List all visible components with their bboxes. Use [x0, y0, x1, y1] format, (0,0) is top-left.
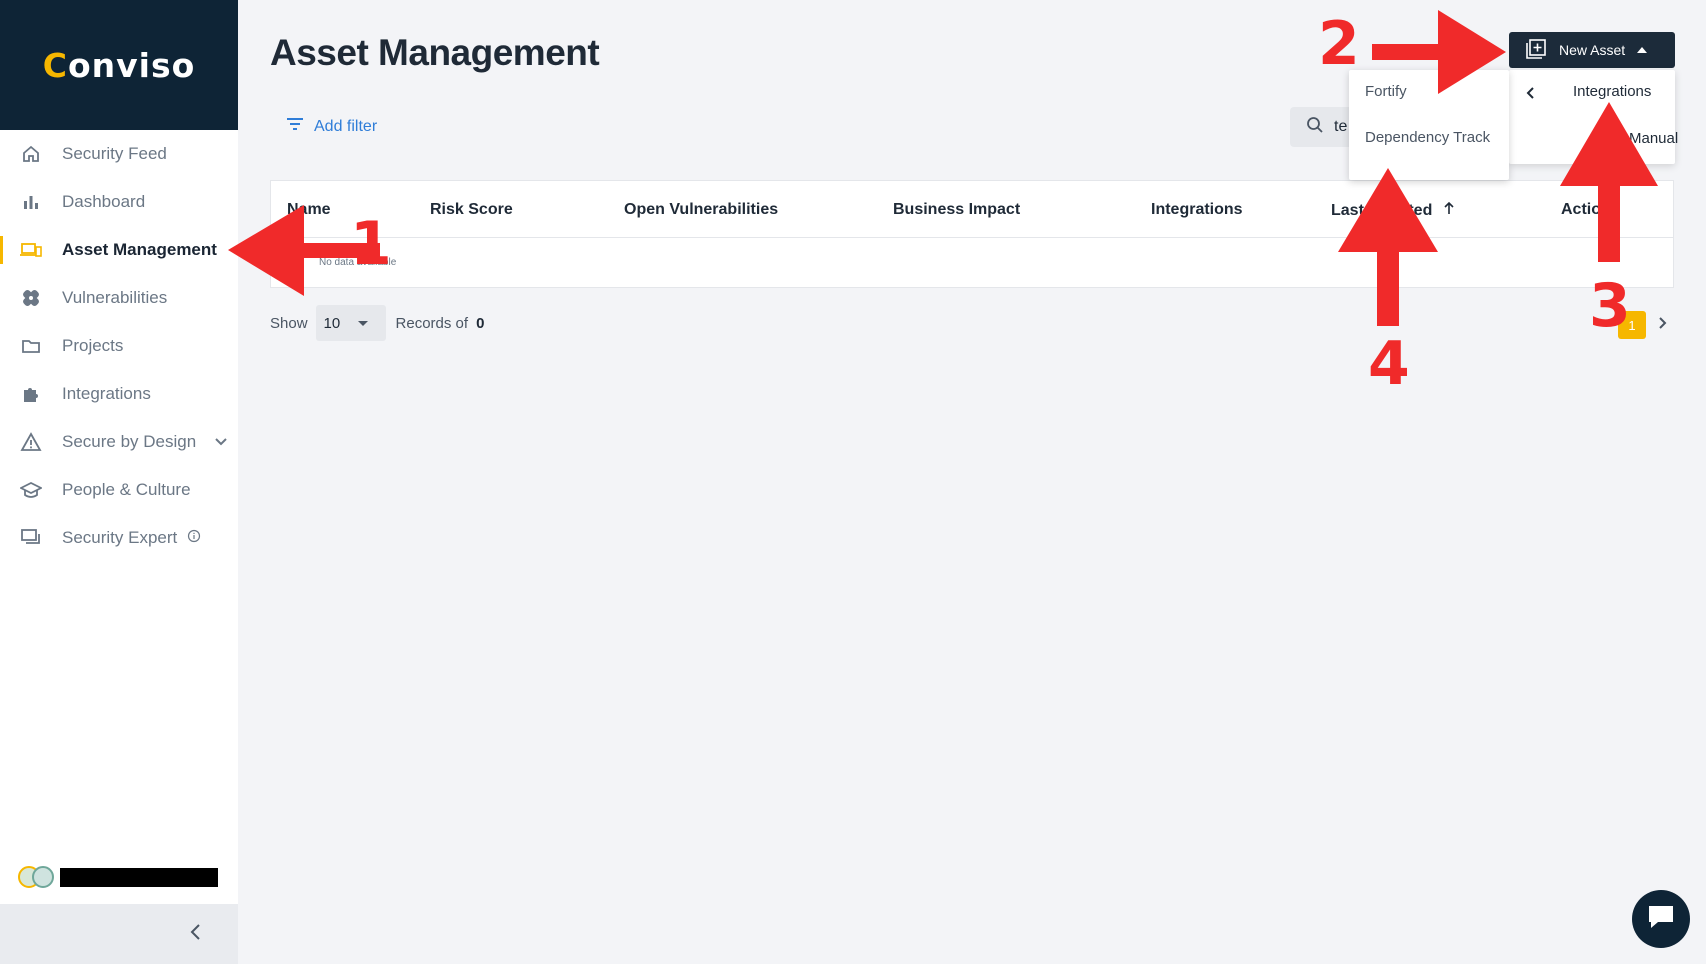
show-label: Show — [270, 314, 308, 332]
integrations-submenu: Fortify Dependency Track — [1349, 70, 1509, 180]
sidebar-item-label: Security Expert — [62, 528, 178, 547]
menu-item-fortify[interactable]: Fortify — [1365, 83, 1407, 100]
sidebar-nav: Security Feed Dashboard Asset Management… — [0, 130, 238, 562]
column-header-integrations[interactable]: Integrations — [1151, 201, 1243, 219]
filter-icon — [286, 117, 314, 136]
chevron-left-icon — [188, 922, 202, 947]
last-updated-label: Last Updated — [1331, 202, 1433, 219]
sidebar-item-integrations[interactable]: Integrations — [0, 370, 238, 418]
sidebar-item-people-culture[interactable]: People & Culture — [0, 466, 238, 514]
column-header-actions: Actions — [1561, 201, 1620, 218]
chevron-down-icon[interactable] — [214, 432, 228, 452]
graduation-cap-icon — [20, 479, 42, 501]
warning-icon — [20, 431, 42, 453]
sidebar-item-label: Projects — [62, 336, 124, 355]
arrow-up-icon — [1443, 201, 1455, 219]
page-size-value: 10 — [323, 314, 341, 332]
page-size-select[interactable]: 10 — [315, 305, 386, 341]
folder-icon — [20, 335, 42, 357]
sidebar-item-label: Security Feed — [62, 144, 167, 163]
sidebar-item-label: People & Culture — [62, 480, 191, 499]
new-asset-button[interactable]: New Asset — [1509, 32, 1675, 68]
sidebar-item-security-feed[interactable]: Security Feed — [0, 130, 238, 178]
new-asset-label: New Asset — [1559, 42, 1626, 58]
assets-table: Name Risk Score Open Vulnerabilities Bus… — [270, 180, 1674, 288]
sidebar-item-label: Secure by Design — [62, 432, 197, 451]
annotation-number-1: 1 — [350, 209, 392, 279]
devices-icon — [20, 239, 42, 261]
logo[interactable]: Conviso — [0, 0, 238, 130]
pagination-size: Show 10 Records of 0 — [270, 305, 484, 341]
menu-item-manual[interactable]: Manual — [1629, 130, 1678, 147]
column-header-open-vulnerabilities[interactable]: Open Vulnerabilities — [624, 201, 778, 219]
sidebar-item-security-expert[interactable]: Security Expert — [0, 514, 238, 562]
column-header-name[interactable]: Name — [287, 201, 331, 219]
sidebar-item-asset-management[interactable]: Asset Management — [0, 226, 238, 274]
sidebar-item-label: Asset Management — [62, 240, 217, 259]
bandage-icon — [20, 287, 42, 309]
info-icon[interactable] — [187, 528, 201, 548]
sidebar-item-secure-by-design[interactable]: Secure by Design — [0, 418, 238, 466]
caret-down-icon — [357, 321, 368, 326]
column-header-risk-score[interactable]: Risk Score — [430, 201, 513, 219]
add-filter-button[interactable]: Add filter — [286, 117, 377, 136]
user-avatar — [32, 866, 54, 888]
column-header-last-updated[interactable]: Last Updated — [1331, 201, 1455, 220]
search-icon — [1306, 116, 1324, 139]
collapse-sidebar-button[interactable] — [0, 904, 238, 964]
bar-chart-icon — [20, 191, 42, 213]
page-title: Asset Management — [270, 32, 600, 73]
chat-launcher-button[interactable] — [1632, 890, 1690, 948]
redacted-username — [60, 867, 218, 887]
user-profile[interactable] — [18, 866, 218, 888]
annotation-number-4: 4 — [1368, 329, 1410, 399]
chevron-right-icon — [1657, 316, 1667, 335]
sidebar: Conviso Security Feed Dashboard Asset Ma… — [0, 0, 238, 964]
sidebar-item-vulnerabilities[interactable]: Vulnerabilities — [0, 274, 238, 322]
menu-item-dependency-track[interactable]: Dependency Track — [1365, 126, 1495, 150]
records-count: 0 — [476, 314, 485, 332]
table-header: Name Risk Score Open Vulnerabilities Bus… — [271, 181, 1673, 238]
puzzle-icon — [20, 383, 42, 405]
chevron-left-icon[interactable] — [1525, 86, 1535, 105]
sidebar-item-label: Vulnerabilities — [62, 288, 168, 307]
add-filter-label: Add filter — [314, 117, 378, 135]
sidebar-item-label: Integrations — [62, 384, 151, 403]
home-icon — [20, 143, 42, 165]
sidebar-item-projects[interactable]: Projects — [0, 322, 238, 370]
chat-icon — [20, 527, 42, 549]
next-page-button[interactable] — [1652, 311, 1672, 339]
annotation-number-2: 2 — [1318, 9, 1360, 79]
sidebar-item-dashboard[interactable]: Dashboard — [0, 178, 238, 226]
records-label: Records of — [395, 314, 469, 332]
menu-item-integrations[interactable]: Integrations — [1573, 83, 1651, 100]
caret-up-icon — [1637, 47, 1648, 53]
column-header-business-impact[interactable]: Business Impact — [893, 201, 1020, 219]
chat-bubble-icon — [1646, 903, 1676, 936]
logo-text: Conviso — [42, 45, 196, 85]
sidebar-item-label: Dashboard — [62, 192, 146, 211]
new-asset-menu: Integrations Manual — [1509, 70, 1678, 164]
add-box-icon — [1525, 38, 1547, 62]
annotation-number-3: 3 — [1589, 271, 1631, 341]
